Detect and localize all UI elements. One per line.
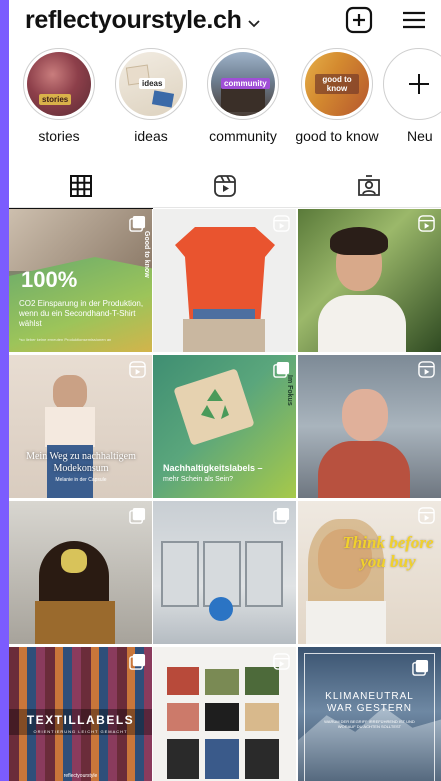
post-tile[interactable] xyxy=(298,209,441,352)
carousel-icon xyxy=(129,215,146,232)
post-tile[interactable]: Think before you buy xyxy=(298,501,441,644)
profile-header: reflectyourstyle.ch xyxy=(9,0,441,42)
highlight-cover: ideas xyxy=(115,48,187,120)
reels-icon xyxy=(214,175,236,197)
post-headline: TEXTILLABELS xyxy=(26,713,135,727)
account-name: reflectyourstyle.ch xyxy=(25,6,242,34)
post-tile[interactable] xyxy=(153,647,296,781)
highlight-cover-text: community xyxy=(221,78,270,89)
highlight-cover-text: good to know xyxy=(315,74,359,94)
chevron-down-icon xyxy=(247,15,260,31)
post-side-label: Im Fokus xyxy=(286,375,293,406)
profile-tabs xyxy=(9,164,441,209)
post-tile[interactable] xyxy=(153,209,296,352)
grid-icon xyxy=(70,175,92,197)
carousel-icon xyxy=(273,361,290,378)
reels-icon xyxy=(418,215,435,232)
post-subtitle: mehr Schein als Sein? xyxy=(163,476,234,483)
highlight-ideas[interactable]: ideas ideas xyxy=(106,48,196,144)
post-tile[interactable]: 100% CO2 Einsparung in der Produktion, w… xyxy=(9,209,152,352)
post-headline: 100% xyxy=(21,267,78,292)
highlight-cover: community xyxy=(207,48,279,120)
post-footer: reflectyourstyle xyxy=(63,773,98,779)
highlight-new[interactable]: Neu xyxy=(383,48,441,144)
highlight-label: ideas xyxy=(134,128,168,144)
highlight-cover: stories xyxy=(23,48,95,120)
highlight-label: stories xyxy=(38,128,80,144)
highlight-label: good to know xyxy=(295,128,379,144)
tab-tagged[interactable] xyxy=(297,164,441,208)
highlight-community[interactable]: community community xyxy=(198,48,288,144)
post-subtitle: WARUM DER BEGRIFF IRREFÜHREND IST UND WO… xyxy=(324,719,415,729)
highlight-cover-text: ideas xyxy=(139,78,166,89)
highlight-label: Neu xyxy=(407,128,433,144)
highlight-good-to-know[interactable]: good to know good to know xyxy=(292,48,382,144)
carousel-icon xyxy=(129,507,146,524)
post-tile[interactable] xyxy=(298,355,441,498)
account-switcher[interactable]: reflectyourstyle.ch xyxy=(25,6,260,35)
post-headline: Nachhaltigkeitslabels – xyxy=(163,463,263,473)
profile-screen: reflectyourstyle.ch stories stories idea… xyxy=(9,0,441,781)
reels-icon xyxy=(273,653,290,670)
post-tile[interactable] xyxy=(153,501,296,644)
post-headline: KLIMANEUTRAL WAR GESTERN xyxy=(325,691,414,714)
hamburger-menu-icon xyxy=(403,11,425,29)
carousel-icon xyxy=(129,653,146,670)
carousel-icon xyxy=(412,659,429,676)
highlight-label: community xyxy=(209,128,277,144)
reels-icon xyxy=(418,507,435,524)
post-tile[interactable] xyxy=(9,501,152,644)
post-body-text: CO2 Einsparung in der Produktion, wenn d… xyxy=(19,299,144,328)
highlight-cover: good to know xyxy=(301,48,373,120)
reels-icon xyxy=(273,215,290,232)
tab-posts-grid[interactable] xyxy=(9,164,153,209)
reels-icon xyxy=(418,361,435,378)
post-subtitle: ORIENTIERUNG LEICHT GEMACHT xyxy=(33,729,128,734)
plus-square-icon xyxy=(345,6,373,34)
reels-icon xyxy=(129,361,146,378)
tagged-person-icon xyxy=(358,175,380,196)
recycle-icon xyxy=(201,389,229,419)
tab-reels[interactable] xyxy=(153,164,297,208)
menu-button[interactable] xyxy=(400,6,428,34)
post-side-label: Good to know xyxy=(143,231,150,278)
story-highlights: stories stories ideas ideas community co… xyxy=(9,48,441,148)
post-footnote: *so lieber keine erneuten Produktionsemi… xyxy=(19,337,112,342)
post-tile[interactable]: Mein Weg zu nachhaltigem Modekonsum Mela… xyxy=(9,355,152,498)
post-tile[interactable]: KLIMANEUTRAL WAR GESTERN WARUM DER BEGRI… xyxy=(298,647,441,781)
post-tile[interactable]: Nachhaltigkeitslabels – mehr Schein als … xyxy=(153,355,296,498)
highlight-cover xyxy=(383,48,441,120)
plus-icon xyxy=(409,74,429,94)
post-headline: Mein Weg zu nachhaltigem Modekonsum xyxy=(26,451,136,474)
create-post-button[interactable] xyxy=(345,6,373,34)
highlight-cover-text: stories xyxy=(39,94,72,105)
carousel-icon xyxy=(273,507,290,524)
post-headline: Think before you buy xyxy=(342,533,434,571)
highlight-stories[interactable]: stories stories xyxy=(14,48,104,144)
post-subtitle: Melanie in der Capsule xyxy=(55,477,107,483)
post-tile[interactable]: TEXTILLABELS ORIENTIERUNG LEICHT GEMACHT… xyxy=(9,647,152,781)
